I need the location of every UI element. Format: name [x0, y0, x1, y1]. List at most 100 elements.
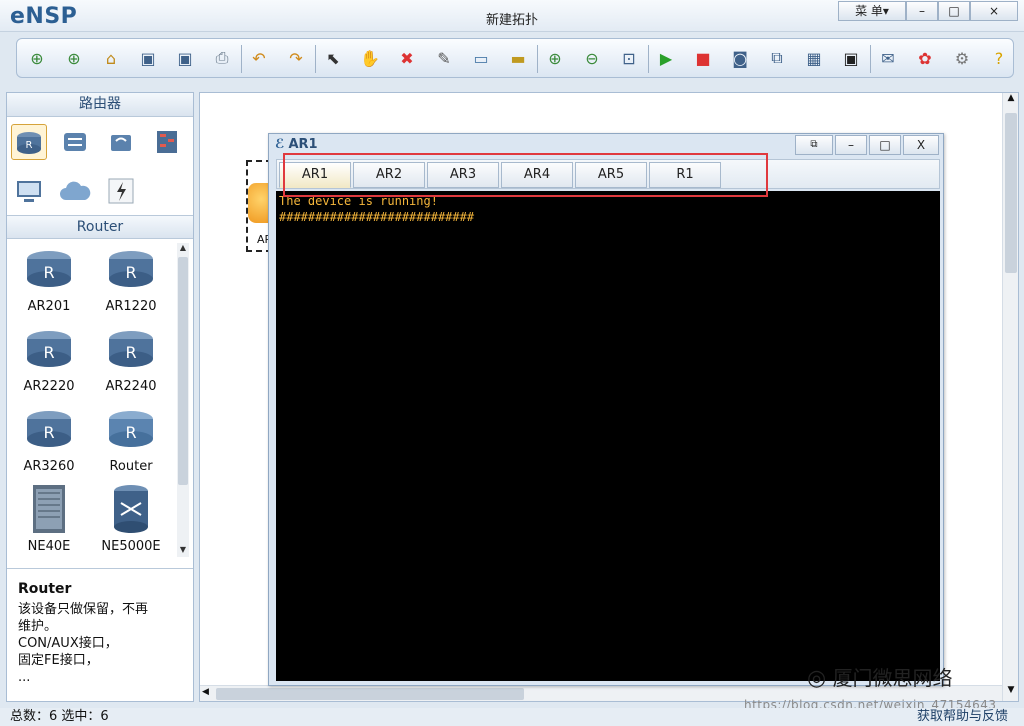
maximize-button[interactable]: □	[938, 1, 970, 21]
device-label: AR201	[27, 299, 71, 314]
toolbar-separator	[537, 45, 538, 73]
router-icon: R	[27, 411, 71, 447]
device-ar3260[interactable]: R AR3260	[9, 409, 89, 474]
description-line: CON/AUX接口，	[18, 636, 118, 651]
device-label: NE40E	[27, 539, 71, 554]
device-ne40e[interactable]: NE40E	[9, 483, 89, 554]
fit-icon[interactable]: ⊡	[617, 47, 641, 69]
switch-category-icon[interactable]	[57, 124, 93, 160]
chassis-icon	[33, 485, 65, 533]
stop-icon[interactable]: ■	[691, 47, 715, 69]
device-label: AR1220	[105, 299, 157, 314]
highlight-box	[283, 153, 768, 197]
status-bar: 总数：6 选中：6 获取帮助与反馈	[0, 708, 1024, 726]
toolbar: ⊕ ⊕ ⌂ ▣ ▣ ⎙ ↶ ↷ ⬉ ✋ ✖ ✎ ▭ ▬ ⊕ ⊖ ⊡ ▶ ■ ◙ ⧉ ▦ ▣ ✉ ✿ ⚙?	[16, 38, 1014, 78]
console-output[interactable]: The device is running! ##################…	[276, 191, 940, 681]
scrollbar-thumb[interactable]	[216, 688, 524, 700]
print-icon[interactable]: ⎙	[210, 47, 234, 69]
new-lab-icon[interactable]: ⊕	[62, 47, 86, 69]
close-button[interactable]: X	[903, 135, 939, 155]
delete-icon[interactable]: ✖	[395, 47, 419, 69]
cloud-category-icon[interactable]	[57, 173, 93, 209]
router-icon: R	[27, 251, 71, 287]
undo-icon[interactable]: ↶	[247, 47, 271, 69]
description-line: 维护。	[18, 619, 58, 634]
firewall-category-icon[interactable]	[149, 124, 185, 160]
device-ar2240[interactable]: R AR2240	[91, 329, 171, 394]
device-ar201[interactable]: R AR201	[9, 249, 89, 314]
maximize-button[interactable]: □	[869, 135, 901, 155]
device-list-scrollbar[interactable]: ▲ ▼	[177, 243, 189, 557]
save-icon[interactable]: ▣	[136, 47, 160, 69]
wireless-category-icon[interactable]	[103, 124, 139, 160]
toolbar-separator	[648, 45, 649, 73]
zoom-out-icon[interactable]: ⊖	[580, 47, 604, 69]
minimize-button[interactable]: –	[906, 1, 938, 21]
device-label: Router	[109, 459, 153, 474]
scroll-down-icon[interactable]: ▼	[177, 545, 189, 554]
new-topology-icon[interactable]: ⊕	[25, 47, 49, 69]
pc-category-icon[interactable]	[11, 173, 47, 209]
minimize-button[interactable]: –	[835, 135, 867, 155]
svg-text:R: R	[125, 343, 136, 362]
save-as-icon[interactable]: ▣	[173, 47, 197, 69]
settings-icon[interactable]: ⚙	[950, 47, 974, 69]
device-description: Router 该设备只做保留，不再 维护。 CON/AUX接口， 固定FE接口，…	[7, 568, 193, 702]
redo-icon[interactable]: ↷	[284, 47, 308, 69]
svg-text:R: R	[43, 263, 54, 282]
link-category-icon[interactable]	[103, 173, 139, 209]
scroll-left-icon[interactable]: ◀	[202, 687, 209, 697]
menu-button[interactable]: 菜 单▾	[838, 1, 906, 21]
router-category-icon[interactable]: R	[11, 124, 47, 160]
router-icon: R	[27, 331, 71, 367]
open-icon[interactable]: ⌂	[99, 47, 123, 69]
description-line: ...	[18, 670, 31, 685]
terminal-titlebar: ℰ AR1	[275, 137, 318, 152]
toolbar-separator	[870, 45, 871, 73]
canvas-vscrollbar[interactable]: ▲ ▼	[1002, 93, 1018, 701]
svg-text:R: R	[43, 423, 54, 442]
svg-text:R: R	[26, 140, 33, 151]
terminal-window[interactable]: ℰ AR1 ⧉ – □ X AR1 AR2 AR3 AR4 AR5 R1 The…	[268, 133, 944, 686]
terminal-title: AR1	[288, 137, 318, 152]
rectangle-icon[interactable]: ▬	[506, 47, 530, 69]
device-ar1220[interactable]: R AR1220	[91, 249, 171, 314]
watermark: ◎ 厦门微思网络	[807, 662, 953, 691]
cluster-router-icon	[114, 485, 148, 533]
capture-icon[interactable]: ◙	[728, 47, 752, 69]
scroll-up-icon[interactable]: ▲	[1005, 93, 1017, 103]
zoom-in-icon[interactable]: ⊕	[543, 47, 567, 69]
screenshot-icon[interactable]: ▣	[839, 47, 863, 69]
huawei-icon[interactable]: ✿	[913, 47, 937, 69]
restore-icon[interactable]: ⧉	[795, 135, 833, 155]
scroll-up-icon[interactable]: ▲	[177, 243, 189, 252]
comment-icon[interactable]: ✉	[876, 47, 900, 69]
scroll-down-icon[interactable]: ▼	[1005, 685, 1017, 695]
device-ne5000e[interactable]: NE5000E	[91, 483, 171, 554]
delete-link-icon[interactable]: ✎	[432, 47, 456, 69]
watermark-text: 厦门微思网络	[832, 666, 953, 690]
help-icon[interactable]: ?	[987, 47, 1011, 69]
hand-icon[interactable]: ✋	[358, 47, 382, 69]
router-icon: R	[109, 251, 153, 287]
description-line: 该设备只做保留，不再	[18, 602, 149, 617]
svg-text:R: R	[125, 423, 136, 442]
router-icon: R	[109, 411, 153, 447]
device-panel: 路由器 R Router R AR201 R AR1220 R AR2220 R…	[6, 92, 194, 702]
device-router[interactable]: R Router	[91, 409, 171, 474]
text-icon[interactable]: ▭	[469, 47, 493, 69]
scrollbar-thumb[interactable]	[178, 257, 188, 485]
start-icon[interactable]: ▶	[654, 47, 678, 69]
router-node-icon[interactable]	[248, 183, 270, 223]
help-feedback-link[interactable]: 获取帮助与反馈	[917, 708, 1008, 726]
scrollbar-thumb[interactable]	[1005, 113, 1017, 273]
category-header: 路由器	[7, 93, 193, 117]
grid-icon[interactable]: ▦	[802, 47, 826, 69]
ensp-icon: ℰ	[275, 137, 285, 152]
description-line: 固定FE接口，	[18, 653, 99, 668]
topology-icon[interactable]: ⧉	[765, 47, 789, 69]
close-button[interactable]: ×	[970, 1, 1018, 21]
select-icon[interactable]: ⬉	[321, 47, 345, 69]
toolbar-separator	[241, 45, 242, 73]
device-ar2220[interactable]: R AR2220	[9, 329, 89, 394]
